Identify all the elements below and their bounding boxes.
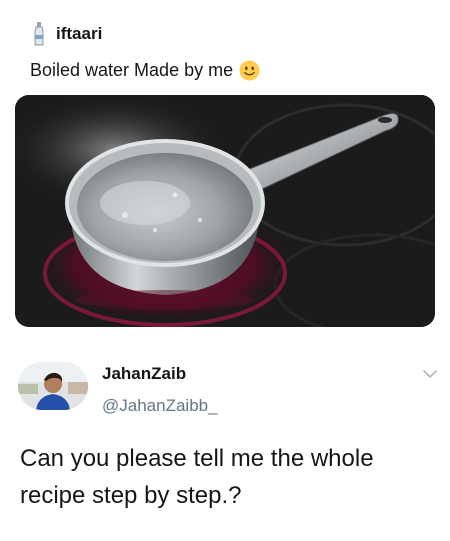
quoted-tweet-body: Boiled water Made by me <box>30 60 234 80</box>
reply-display-name[interactable]: JahanZaib <box>102 364 186 384</box>
slightly-smiling-face-icon <box>239 60 260 81</box>
reply-handle[interactable]: @JahanZaibb_ <box>102 396 218 416</box>
avatar[interactable] <box>18 362 88 410</box>
profile-photo-avatar <box>18 362 88 410</box>
reply-tweet-text: Can you please tell me the whole recipe … <box>20 445 374 509</box>
bottle-icon <box>34 22 44 46</box>
pot-of-boiling-water-on-stove-image[interactable] <box>15 95 435 327</box>
quoted-tweet-header: iftaari <box>30 21 102 47</box>
chevron-down-icon[interactable] <box>421 365 439 383</box>
quoted-tweet-text: Boiled water Made by me <box>30 60 260 81</box>
quoted-username[interactable]: iftaari <box>56 24 102 44</box>
